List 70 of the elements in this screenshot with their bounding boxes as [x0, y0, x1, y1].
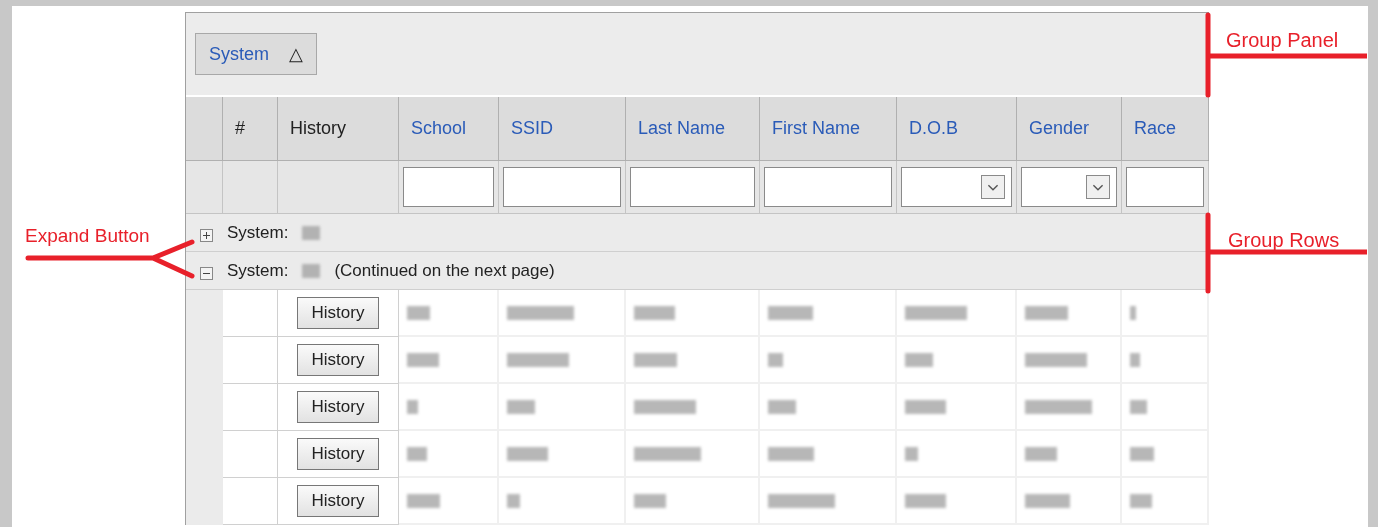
redacted-text: [768, 352, 784, 367]
redacted-text: [768, 305, 813, 320]
column-header[interactable]: Race: [1122, 97, 1209, 160]
expand-icon[interactable]: [200, 229, 213, 242]
annotation-label: Group Panel: [1226, 28, 1339, 53]
redacted-text: [634, 399, 696, 414]
redacted-text: [905, 446, 918, 461]
chevron-down-icon: [1086, 175, 1110, 199]
filter-field[interactable]: [503, 167, 621, 207]
annotation-label: Expand Button: [25, 224, 150, 248]
redacted-text: [507, 446, 548, 461]
redacted-text: [407, 446, 427, 461]
filter-field[interactable]: [403, 167, 494, 207]
redacted-text: [507, 399, 535, 414]
redacted-text: [905, 305, 967, 320]
redacted-text: [768, 446, 815, 461]
column-header[interactable]: First Name: [760, 97, 897, 160]
redacted-text: [407, 399, 418, 414]
column-header[interactable]: School: [399, 97, 499, 160]
redacted-text: [1025, 399, 1093, 414]
redacted-text: [1130, 446, 1154, 461]
redacted-text: [905, 493, 946, 508]
redacted-text: [507, 305, 575, 320]
redacted-text: [634, 305, 675, 320]
filter-field[interactable]: [764, 167, 892, 207]
column-header[interactable]: D.O.B: [897, 97, 1017, 160]
redacted-text: [634, 352, 678, 367]
collapse-icon[interactable]: [200, 267, 213, 280]
redacted-text: [1025, 305, 1069, 320]
redacted-text: [1130, 305, 1136, 320]
history-button[interactable]: History: [296, 391, 380, 423]
redacted-text: [1025, 493, 1070, 508]
indent-cell: [186, 478, 223, 525]
chevron-down-icon: [981, 175, 1005, 199]
filter-dropdown[interactable]: [1021, 167, 1117, 207]
history-button[interactable]: History: [296, 297, 380, 329]
group-label: System:: [227, 259, 289, 282]
redacted-text: [407, 352, 439, 367]
redacted-text: [507, 352, 569, 367]
redacted-text: [634, 493, 667, 508]
redacted-text: [1025, 446, 1058, 461]
group-label: System:: [227, 221, 289, 244]
filter-dropdown[interactable]: [901, 167, 1012, 207]
redacted-text: [905, 399, 946, 414]
redacted-text: [302, 263, 321, 278]
column-header[interactable]: Gender: [1017, 97, 1122, 160]
redacted-text: [1025, 352, 1087, 367]
annotation-label: Group Rows: [1228, 228, 1340, 253]
column-header: History: [278, 97, 399, 160]
redacted-text: [768, 399, 796, 414]
history-button[interactable]: History: [296, 344, 380, 376]
column-header[interactable]: SSID: [499, 97, 626, 160]
redacted-text: [302, 225, 321, 240]
redacted-text: [905, 352, 933, 367]
redacted-text: [1130, 352, 1140, 367]
column-header: #: [223, 97, 278, 160]
redacted-text: [634, 446, 702, 461]
redacted-text: [1130, 493, 1152, 508]
redacted-text: [407, 493, 440, 508]
group-chip[interactable]: System △: [195, 33, 317, 75]
history-button[interactable]: History: [296, 485, 380, 517]
history-button[interactable]: History: [296, 438, 380, 470]
filter-field[interactable]: [630, 167, 755, 207]
group-note: (Continued on the next page): [334, 259, 555, 282]
redacted-text: [768, 493, 836, 508]
redacted-text: [407, 305, 430, 320]
redacted-text: [1130, 399, 1147, 414]
column-header[interactable]: Last Name: [626, 97, 760, 160]
filter-field[interactable]: [1126, 167, 1204, 207]
redacted-text: [507, 493, 520, 508]
